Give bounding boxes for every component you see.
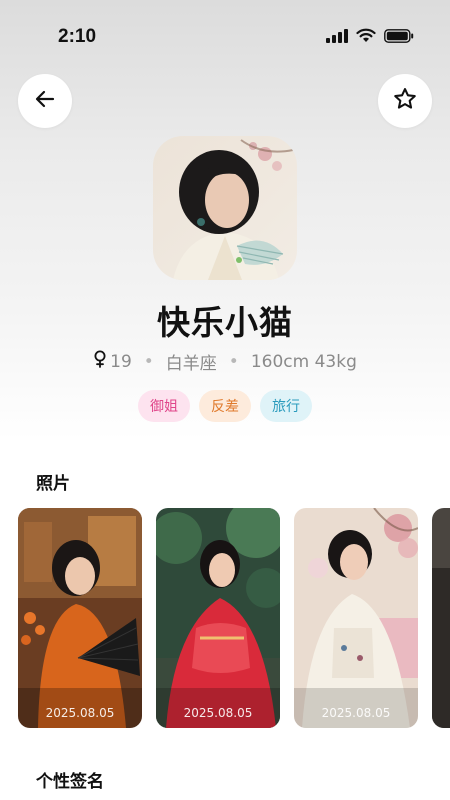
female-icon bbox=[93, 350, 107, 373]
status-icons bbox=[326, 28, 414, 47]
signature-section-title: 个性签名 bbox=[36, 772, 104, 792]
back-button[interactable] bbox=[18, 74, 72, 128]
body-measurements: 160cm 43kg bbox=[250, 351, 357, 372]
star-outline-icon bbox=[392, 86, 418, 116]
age-value: 19 bbox=[110, 351, 132, 372]
tag-chip[interactable]: 御姐 bbox=[138, 390, 190, 422]
photo-gallery[interactable]: 2025.08.05 2025.08.05 2025.08.05 bbox=[18, 508, 450, 730]
photo-date: 2025.08.05 bbox=[183, 706, 253, 720]
battery-icon bbox=[384, 28, 414, 47]
profile-info-row: 19 • 白羊座 • 160cm 43kg bbox=[0, 349, 450, 374]
photo-date: 2025.08.05 bbox=[321, 706, 391, 720]
avatar[interactable] bbox=[153, 136, 297, 280]
profile-name: 快乐小猫 bbox=[157, 303, 293, 342]
photo-card[interactable]: 2025.08.05 bbox=[156, 508, 280, 728]
tag-chip[interactable]: 旅行 bbox=[260, 390, 312, 422]
photo-card[interactable]: 2025.08.05 bbox=[18, 508, 142, 728]
favorite-button[interactable] bbox=[378, 74, 432, 128]
arrow-left-icon bbox=[33, 87, 57, 115]
tag-chip[interactable]: 反差 bbox=[199, 390, 251, 422]
status-time: 2:10 bbox=[58, 26, 97, 47]
separator-dot: • bbox=[143, 351, 154, 372]
cellular-signal-icon bbox=[326, 28, 348, 47]
separator-dot: • bbox=[228, 351, 239, 372]
wifi-icon bbox=[356, 28, 376, 47]
photo-card[interactable]: 2025.08.05 bbox=[294, 508, 418, 728]
photo-date: 2025.08.05 bbox=[45, 706, 115, 720]
profile-tags: 御姐 反差 旅行 bbox=[0, 390, 450, 422]
photos-section-title: 照片 bbox=[36, 474, 70, 494]
zodiac-value: 白羊座 bbox=[165, 354, 217, 374]
photo-card[interactable] bbox=[432, 508, 450, 728]
gender-age: 19 bbox=[93, 350, 132, 373]
status-bar: 2:10 bbox=[0, 0, 450, 72]
